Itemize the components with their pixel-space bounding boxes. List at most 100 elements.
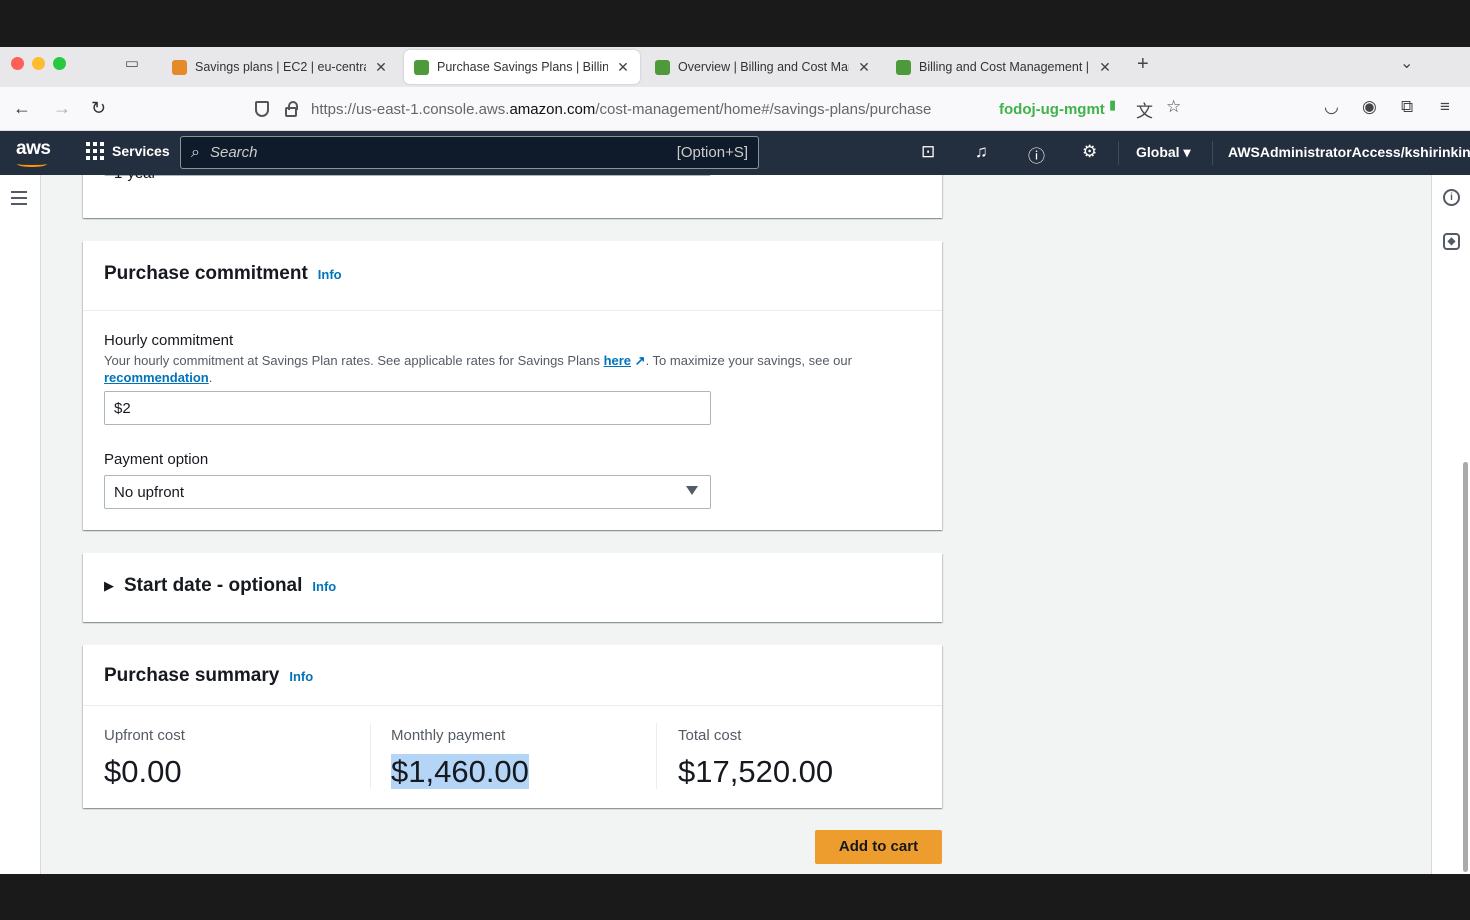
- info-link[interactable]: Info: [318, 267, 342, 282]
- term-select-value: 1-year: [114, 175, 157, 182]
- lock-icon: [285, 101, 298, 117]
- chevron-down-icon[interactable]: ⌄: [1400, 53, 1413, 73]
- hourly-commitment-input[interactable]: $2: [104, 391, 711, 425]
- recommendation-link[interactable]: recommendation: [104, 370, 209, 385]
- card-header: Purchase summary Info: [104, 665, 313, 687]
- forward-arrow-icon[interactable]: →: [53, 98, 71, 119]
- monthly-payment-value: $1,460.00: [391, 754, 529, 789]
- browser-tab-active[interactable]: Purchase Savings Plans | Billing ✕: [404, 50, 640, 84]
- info-link[interactable]: Info: [312, 579, 336, 594]
- browser-tab[interactable]: Savings plans | EC2 | eu-central ✕: [162, 50, 398, 84]
- browser-navbar: ← → ↻ https://us-east-1.console.aws.amaz…: [0, 87, 1470, 131]
- term-select[interactable]: 1-year: [104, 175, 711, 182]
- services-button[interactable]: Services: [86, 142, 170, 160]
- region-selector[interactable]: Global ▾: [1136, 144, 1190, 161]
- main-content: 1-year Purchase commitment Info Hourly c…: [0, 175, 1470, 874]
- shield-icon: [255, 101, 269, 117]
- aws-favicon-icon: [172, 59, 187, 75]
- purchase-commitment-card: Purchase commitment Info Hourly commitme…: [83, 241, 942, 530]
- upfront-cost-label: Upfront cost: [104, 727, 185, 744]
- here-link[interactable]: here: [604, 353, 631, 368]
- info-panel-icon[interactable]: i: [1443, 189, 1460, 206]
- hourly-commitment-description: Your hourly commitment at Savings Plan r…: [104, 353, 852, 385]
- pocket-icon[interactable]: ◡: [1324, 97, 1339, 117]
- services-label: Services: [112, 143, 170, 159]
- container-label: fodoj-ug-mgmt: [999, 101, 1105, 118]
- caret-right-icon: ▶: [104, 578, 114, 593]
- card-header: Purchase commitment Info: [104, 263, 342, 285]
- extensions-icon[interactable]: ⧉: [1401, 97, 1413, 117]
- tab-close-icon[interactable]: ✕: [616, 59, 630, 76]
- purchase-summary-title: Purchase summary: [104, 665, 280, 686]
- window-minimize-button[interactable]: [32, 57, 45, 70]
- tab-close-icon[interactable]: ✕: [1098, 59, 1112, 76]
- search-icon: ⌕: [191, 143, 200, 161]
- external-link-icon: ↗: [634, 353, 646, 368]
- tab-title: Billing and Cost Management | C: [919, 60, 1090, 74]
- info-link[interactable]: Info: [289, 669, 313, 684]
- monthly-payment: Monthly payment $1,460.00: [391, 727, 529, 797]
- column-divider: [656, 723, 657, 789]
- search-shortcut: [Option+S]: [676, 144, 748, 161]
- notifications-bell-icon[interactable]: ♫: [975, 142, 988, 162]
- tab-title: Overview | Billing and Cost Man: [678, 60, 849, 74]
- payment-option-value: No upfront: [114, 484, 185, 501]
- tab-title: Savings plans | EC2 | eu-central: [195, 60, 366, 74]
- reload-icon[interactable]: ↻: [91, 98, 106, 119]
- tab-close-icon[interactable]: ✕: [857, 59, 871, 76]
- help-icon[interactable]: ⓘ: [1028, 142, 1045, 167]
- window-zoom-button[interactable]: [53, 57, 66, 70]
- url-bar[interactable]: https://us-east-1.console.aws.amazon.com…: [243, 92, 1198, 126]
- start-date-title: Start date - optional: [124, 575, 303, 596]
- payment-option-label: Payment option: [104, 451, 209, 468]
- back-arrow-icon[interactable]: ←: [13, 98, 31, 119]
- tab-close-icon[interactable]: ✕: [374, 59, 388, 76]
- grid-icon: [86, 142, 104, 160]
- purchase-summary-card: Purchase summary Info Upfront cost $0.00…: [83, 645, 942, 808]
- cloudshell-icon[interactable]: ⊡: [921, 142, 935, 162]
- add-to-cart-button[interactable]: Add to cart: [815, 830, 942, 864]
- menu-icon[interactable]: ≡: [1440, 97, 1450, 117]
- new-tab-icon[interactable]: +: [1137, 53, 1149, 76]
- total-cost-value: $17,520.00: [678, 754, 834, 789]
- gear-icon[interactable]: ⚙: [1082, 142, 1097, 162]
- container-icon: ▮: [1109, 97, 1117, 112]
- page-scrollbar[interactable]: [1463, 462, 1468, 872]
- payment-option-select[interactable]: No upfront: [104, 475, 711, 509]
- monthly-payment-value-wrap: $1,460.00: [391, 754, 529, 790]
- purchase-commitment-title: Purchase commitment: [104, 263, 308, 284]
- left-navigation-rail: [0, 175, 41, 874]
- start-date-expander[interactable]: ▶ Start date - optional Info: [104, 575, 336, 597]
- header-divider: [1118, 141, 1119, 165]
- screen-bottom-border: [0, 874, 1470, 920]
- translate-icon[interactable]: 文: [1136, 97, 1153, 122]
- account-icon[interactable]: ◉: [1362, 97, 1377, 117]
- window-close-button[interactable]: [11, 57, 24, 70]
- bookmark-star-icon[interactable]: ☆: [1166, 97, 1181, 117]
- divider: [83, 705, 942, 706]
- tab-title: Purchase Savings Plans | Billing: [437, 60, 608, 74]
- search-placeholder: Search: [209, 144, 258, 161]
- upfront-cost: Upfront cost $0.00: [104, 727, 185, 797]
- start-date-card: ▶ Start date - optional Info: [83, 553, 942, 622]
- browser-tab[interactable]: Billing and Cost Management | C ✕: [886, 50, 1122, 84]
- region-label: Global: [1136, 144, 1180, 160]
- url-text: https://us-east-1.console.aws.amazon.com…: [311, 100, 932, 118]
- billing-favicon-icon: [655, 59, 670, 75]
- browser-tab[interactable]: Overview | Billing and Cost Man ✕: [645, 50, 881, 84]
- search-input[interactable]: ⌕ Search [Option+S]: [180, 136, 759, 169]
- browser-tabstrip: ▭ Savings plans | EC2 | eu-central ✕ Pur…: [0, 47, 1470, 87]
- monthly-payment-label: Monthly payment: [391, 727, 506, 744]
- screen-top-border: [0, 0, 1470, 47]
- billing-favicon-icon: [414, 59, 429, 75]
- tools-icon[interactable]: ◆: [1443, 233, 1460, 250]
- header-divider: [1212, 141, 1213, 165]
- account-menu[interactable]: AWSAdministratorAccess/kshirinkin ▾: [1228, 144, 1470, 161]
- hamburger-menu-icon[interactable]: [11, 191, 27, 209]
- aws-logo-smile: [17, 161, 47, 167]
- divider: [83, 310, 942, 311]
- total-cost-label: Total cost: [678, 727, 742, 744]
- tab-overview-icon[interactable]: ▭: [121, 54, 143, 74]
- aws-logo[interactable]: aws: [16, 138, 51, 160]
- column-divider: [370, 723, 371, 789]
